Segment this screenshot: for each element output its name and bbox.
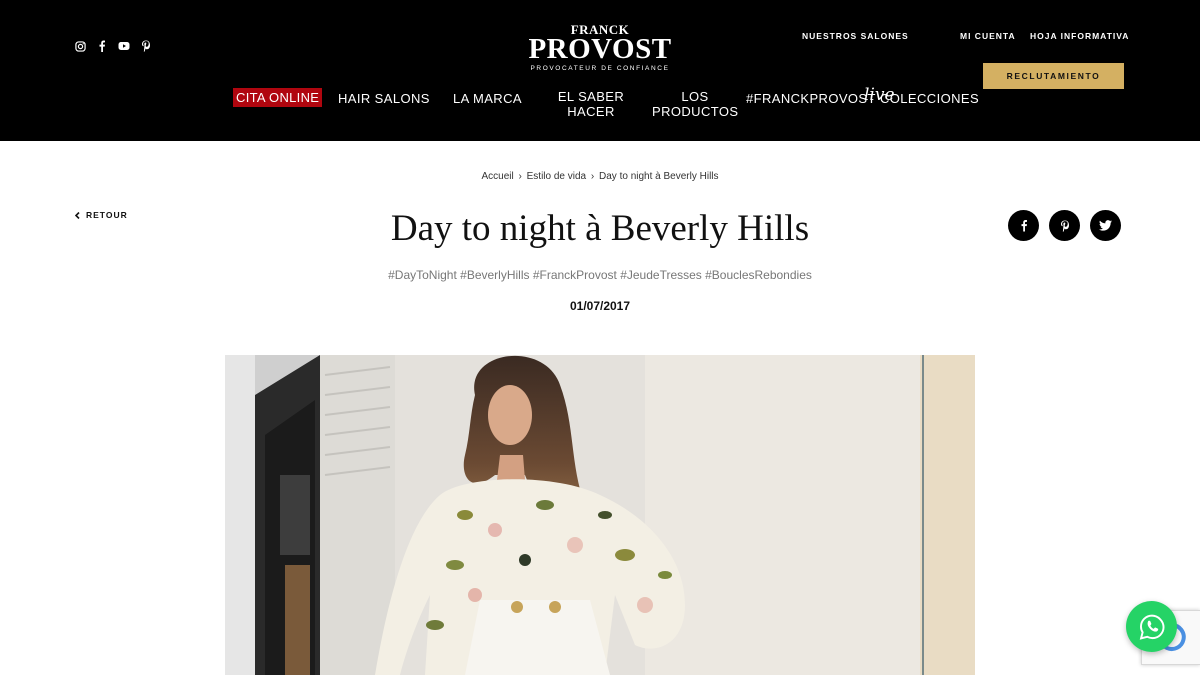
site-header: FRANCK PROVOST PROVOCATEUR DE CONFIANCE … [0, 0, 1200, 141]
breadcrumb-category[interactable]: Estilo de vida [527, 171, 586, 182]
nav-franckprovost-live[interactable]: #FRANCKPROVOST [746, 91, 876, 106]
pinterest-icon [1060, 220, 1069, 232]
nav-los-productos-line1: LOS [681, 89, 709, 104]
youtube-icon[interactable] [118, 40, 130, 52]
link-hoja-informativa[interactable]: HOJA INFORMATIVA [1030, 31, 1129, 41]
recruitment-button[interactable]: RECLUTAMIENTO [983, 63, 1124, 89]
twitter-icon [1099, 220, 1112, 231]
brand-tagline: PROVOCATEUR DE CONFIANCE [530, 65, 670, 72]
article-date: 01/07/2017 [569, 299, 631, 313]
nav-hair-salons[interactable]: HAIR SALONS [338, 91, 430, 106]
facebook-icon[interactable] [96, 40, 108, 52]
link-mi-cuenta[interactable]: MI CUENTA [960, 31, 1016, 41]
breadcrumb-separator: › [518, 171, 522, 182]
whatsapp-icon [1139, 614, 1165, 640]
nav-cita-online[interactable]: CITA ONLINE [233, 88, 323, 107]
article-hashtags: #DayToNight #BeverlyHills #FranckProvost… [388, 268, 812, 282]
breadcrumb-current: Day to night à Beverly Hills [599, 171, 719, 182]
share-pinterest-button[interactable] [1049, 210, 1080, 241]
breadcrumb-separator: › [590, 171, 595, 182]
article-hero-image [225, 355, 975, 675]
social-links [74, 40, 152, 52]
nav-el-saber-hacer-line1: EL SABER [557, 89, 625, 104]
pinterest-icon[interactable] [140, 40, 152, 52]
instagram-icon[interactable] [74, 40, 86, 52]
brand-logo[interactable]: FRANCK PROVOST PROVOCATEUR DE CONFIANCE [520, 23, 680, 74]
share-facebook-button[interactable] [1008, 210, 1039, 241]
nav-el-saber-hacer[interactable]: EL SABER HACER [556, 89, 626, 119]
nav-los-productos[interactable]: LOS PRODUCTOS [652, 89, 738, 119]
breadcrumb: Accueil › Estilo de vida › Day to night … [0, 171, 1200, 182]
link-nuestros-salones[interactable]: NUESTROS SALONES [802, 31, 909, 41]
whatsapp-chat-button[interactable] [1126, 601, 1177, 652]
brand-logo-main: PROVOST [528, 33, 672, 65]
nav-el-saber-hacer-line2: HACER [567, 104, 615, 119]
breadcrumb-home[interactable]: Accueil [481, 171, 513, 182]
share-twitter-button[interactable] [1090, 210, 1121, 241]
nav-los-productos-line2: PRODUCTOS [652, 104, 739, 119]
nav-la-marca[interactable]: LA MARCA [453, 91, 522, 106]
nav-colecciones[interactable]: COLECCIONES [880, 91, 979, 106]
facebook-icon [1021, 220, 1027, 232]
